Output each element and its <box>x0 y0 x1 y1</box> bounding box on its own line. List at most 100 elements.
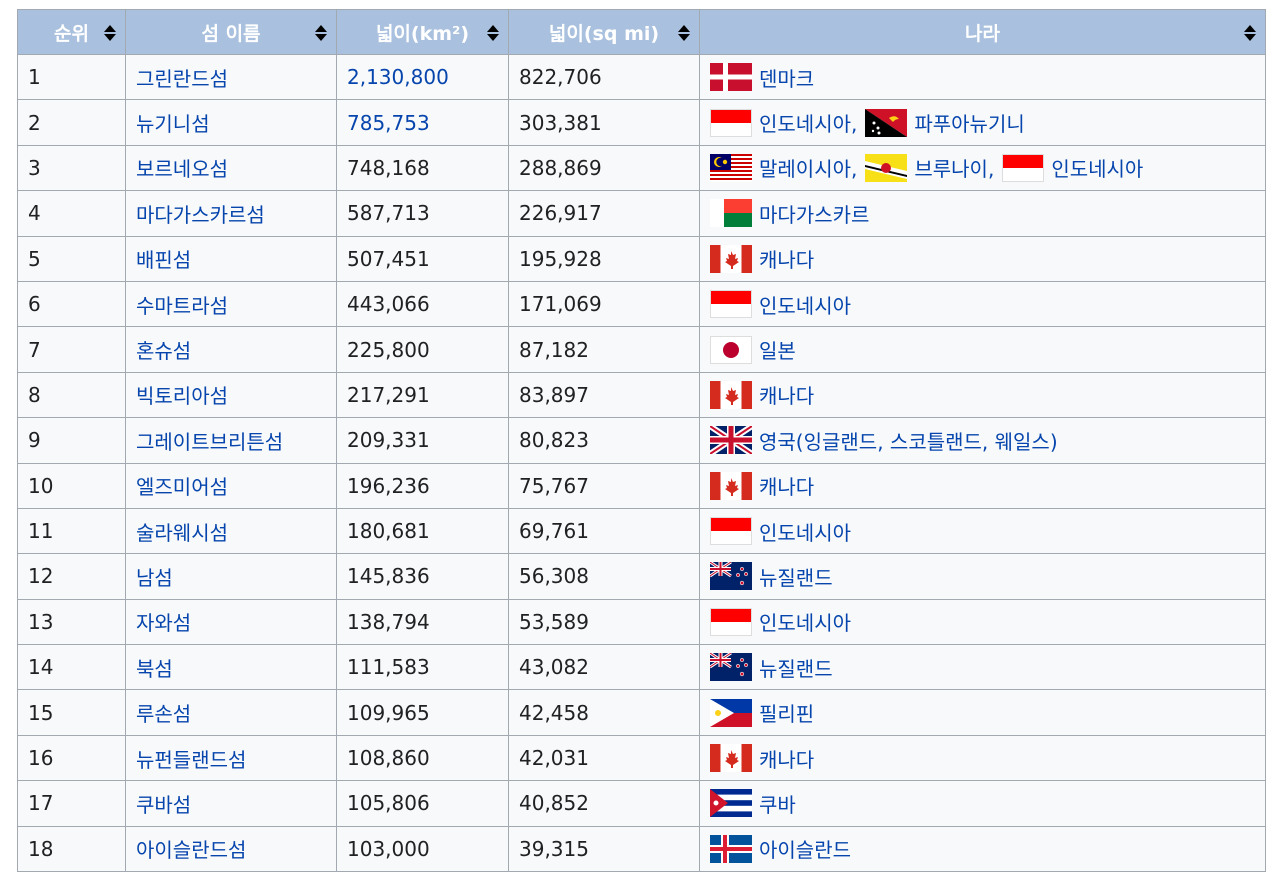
area-km2-cell: 225,800 <box>336 326 509 373</box>
country-cell: 영국(잉글랜드, 스코틀랜드, 웨일스) <box>699 417 1266 464</box>
island-link[interactable]: 수마트라섬 <box>136 294 228 318</box>
country-link[interactable]: 캐나다 <box>759 748 814 772</box>
area-km2-value: 587,713 <box>347 201 430 226</box>
island-link[interactable]: 배핀섬 <box>136 248 191 272</box>
country-link[interactable]: 인도네시아, <box>759 112 857 136</box>
area-sqmi-cell: 288,869 <box>508 144 700 192</box>
sort-icon[interactable] <box>487 24 499 41</box>
island-link[interactable]: 보르네오섬 <box>136 157 228 181</box>
rank-cell: 10 <box>17 462 126 509</box>
country-cell: 쿠바 <box>699 780 1266 827</box>
area-km2-cell: 103,000 <box>336 825 509 873</box>
sort-icon[interactable] <box>678 24 690 41</box>
country-link[interactable]: 인도네시아 <box>759 611 851 635</box>
island-link[interactable]: 남섬 <box>136 566 173 590</box>
area-km2-cell: 105,806 <box>336 780 509 827</box>
table-row: 14 북섬 111,583 43,082 뉴질랜드 <box>17 644 1266 691</box>
country-link[interactable]: 캐나다 <box>759 248 814 272</box>
country-link[interactable]: 영국(잉글랜드, 스코틀랜드, 웨일스) <box>759 430 1058 454</box>
island-link[interactable]: 그린란드섬 <box>136 67 228 91</box>
country-link[interactable]: 뉴질랜드 <box>759 657 833 681</box>
island-link[interactable]: 그레이트브리튼섬 <box>136 430 283 454</box>
area-sqmi-cell: 39,315 <box>508 825 700 873</box>
country-link[interactable]: 쿠바 <box>759 793 796 817</box>
header-island-name-label: 섬 이름 <box>201 22 261 45</box>
header-area-km2[interactable]: 넓이(km²) <box>336 9 509 55</box>
country-link[interactable]: 뉴질랜드 <box>759 566 833 590</box>
table-row: 5 배핀섬 507,451 195,928 캐나다 <box>17 235 1266 282</box>
country-link[interactable]: 캐나다 <box>759 475 814 499</box>
island-link[interactable]: 뉴기니섬 <box>136 112 210 136</box>
area-km2-value: 748,168 <box>347 155 430 180</box>
island-link[interactable]: 술라웨시섬 <box>136 521 228 545</box>
country-cell: 마다가스카르 <box>699 190 1266 237</box>
island-link[interactable]: 마다가스카르섬 <box>136 203 265 227</box>
island-link[interactable]: 루손섬 <box>136 702 191 726</box>
country-cell: 말레이시아, 브루나이, 인도네시아 <box>699 144 1266 192</box>
island-link[interactable]: 자와섬 <box>136 611 191 635</box>
philippines-flag-icon <box>710 698 752 727</box>
area-km2-value: 443,066 <box>347 292 430 317</box>
header-country[interactable]: 나라 <box>699 9 1266 55</box>
area-km2-cell: 507,451 <box>336 235 509 282</box>
area-sqmi-cell: 43,082 <box>508 644 700 691</box>
country-cell: 캐나다 <box>699 734 1266 782</box>
country-link[interactable]: 캐나다 <box>759 384 814 408</box>
island-link[interactable]: 아이슬란드섬 <box>136 838 246 862</box>
papua-new-guinea-flag-icon <box>865 108 908 137</box>
header-island-name[interactable]: 섬 이름 <box>125 9 337 55</box>
table-row: 16 뉴펀들랜드섬 108,860 42,031 캐나다 <box>17 734 1266 782</box>
header-row: 순위 섬 이름 넓이(km²) 넓이(sq mi) 나라 <box>17 9 1266 55</box>
country-link[interactable]: 인도네시아 <box>759 521 851 545</box>
area-km2-value: 103,000 <box>347 836 430 861</box>
canada-flag-icon <box>710 471 752 500</box>
country-link[interactable]: 덴마크 <box>759 67 814 91</box>
area-sqmi-cell: 87,182 <box>508 326 700 373</box>
rank-cell: 12 <box>17 553 126 600</box>
island-link[interactable]: 빅토리아섬 <box>136 384 228 408</box>
country-link[interactable]: 파푸아뉴기니 <box>914 112 1024 136</box>
header-area-sqmi[interactable]: 넓이(sq mi) <box>508 9 700 55</box>
country-link[interactable]: 마다가스카르 <box>759 203 869 227</box>
island-name-cell: 보르네오섬 <box>125 144 337 192</box>
sort-icon[interactable] <box>104 24 116 41</box>
canada-flag-icon <box>710 380 752 409</box>
island-link[interactable]: 혼슈섬 <box>136 339 191 363</box>
area-km2-cell: 587,713 <box>336 190 509 237</box>
country-link[interactable]: 일본 <box>759 339 796 363</box>
area-km2-value: 217,291 <box>347 382 430 407</box>
area-km2-link[interactable]: 785,753 <box>347 111 430 135</box>
country-cell: 필리핀 <box>699 689 1266 736</box>
sort-icon[interactable] <box>1244 24 1256 41</box>
area-km2-link[interactable]: 2,130,800 <box>347 65 449 89</box>
rank-cell: 5 <box>17 235 126 282</box>
island-name-cell: 북섬 <box>125 644 337 691</box>
island-link[interactable]: 쿠바섬 <box>136 793 191 817</box>
rank-cell: 16 <box>17 734 126 782</box>
rank-cell: 9 <box>17 417 126 464</box>
rank-cell: 17 <box>17 780 126 827</box>
country-link[interactable]: 필리핀 <box>759 702 814 726</box>
sort-icon[interactable] <box>315 24 327 41</box>
island-link[interactable]: 엘즈미어섬 <box>136 475 228 499</box>
country-link[interactable]: 인도네시아 <box>759 294 851 318</box>
header-rank[interactable]: 순위 <box>17 9 126 55</box>
islands-table-container: 순위 섬 이름 넓이(km²) 넓이(sq mi) 나라 1 그린란드섬 2,130… <box>17 9 1266 873</box>
cuba-flag-icon <box>710 789 752 818</box>
area-sqmi-cell: 75,767 <box>508 462 700 509</box>
country-link[interactable]: 말레이시아, <box>759 157 857 181</box>
brunei-flag-icon <box>865 153 908 182</box>
area-km2-value: 111,583 <box>347 655 430 680</box>
islands-table: 순위 섬 이름 넓이(km²) 넓이(sq mi) 나라 1 그린란드섬 2,130… <box>17 9 1266 873</box>
table-body: 1 그린란드섬 2,130,800 822,706 덴마크 2 뉴기니섬 785,753 303… <box>17 53 1266 873</box>
indonesia-flag-icon <box>710 607 752 636</box>
country-link[interactable]: 브루나이, <box>914 157 994 181</box>
country-link[interactable]: 인도네시아 <box>1051 157 1143 181</box>
area-sqmi-cell: 171,069 <box>508 280 700 328</box>
area-sqmi-cell: 42,031 <box>508 734 700 782</box>
island-link[interactable]: 뉴펀들랜드섬 <box>136 748 246 772</box>
island-link[interactable]: 북섬 <box>136 657 173 681</box>
island-name-cell: 루손섬 <box>125 689 337 736</box>
country-link[interactable]: 아이슬란드 <box>759 838 851 862</box>
country-cell: 뉴질랜드 <box>699 553 1266 600</box>
